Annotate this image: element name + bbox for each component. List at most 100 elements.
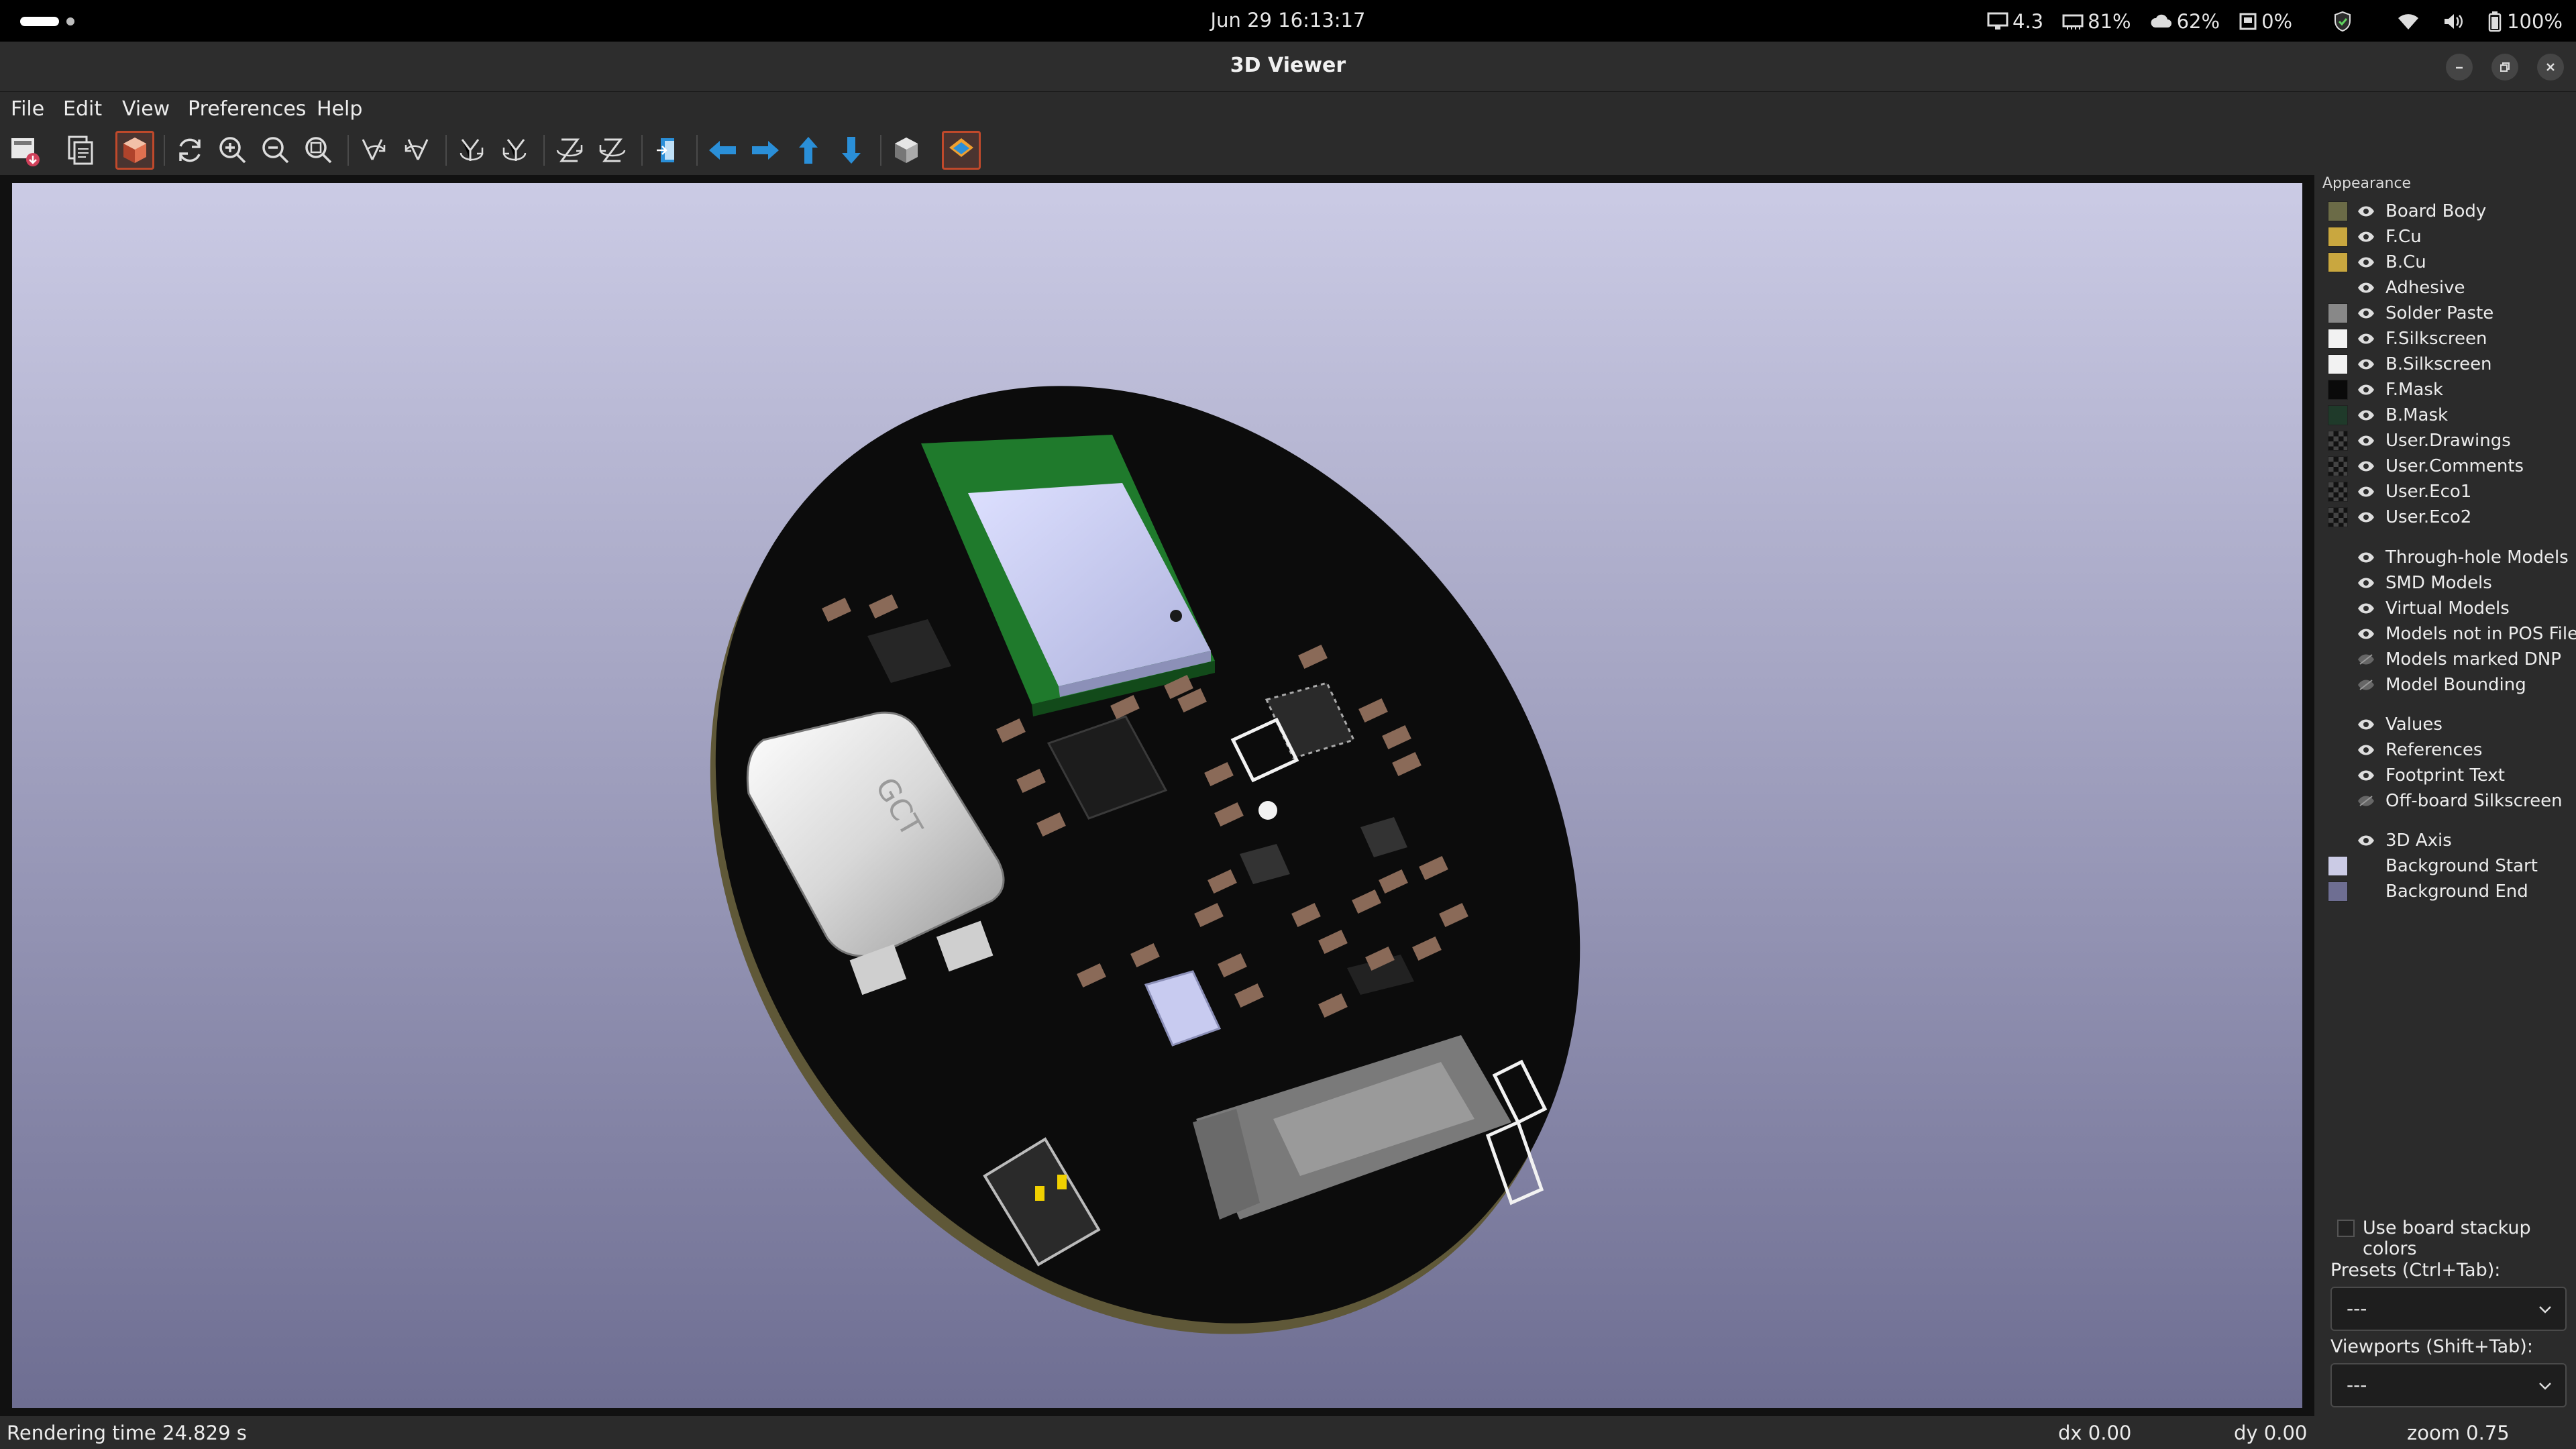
window-title-bar[interactable]: 3D Viewer bbox=[0, 42, 2576, 92]
layer-user-drawings[interactable]: User.Drawings bbox=[2328, 429, 2511, 452]
color-swatch[interactable] bbox=[2328, 201, 2348, 221]
layer-adhesive[interactable]: Adhesive bbox=[2328, 276, 2465, 299]
eye-icon[interactable] bbox=[2356, 547, 2376, 568]
appearance-panel-toggle[interactable] bbox=[942, 131, 981, 170]
disk-indicator[interactable]: 0% bbox=[2239, 10, 2292, 33]
layer-user-comments[interactable]: User.Comments bbox=[2328, 455, 2524, 478]
cloud-indicator[interactable]: 62% bbox=[2150, 10, 2220, 33]
eye-icon[interactable] bbox=[2356, 598, 2376, 619]
eye-icon[interactable] bbox=[2356, 227, 2376, 247]
eye-icon[interactable] bbox=[2356, 329, 2376, 349]
wifi-indicator[interactable] bbox=[2397, 12, 2424, 31]
volume-indicator[interactable] bbox=[2443, 12, 2468, 31]
eye-icon[interactable] bbox=[2356, 252, 2376, 272]
toggle-models-not-in-pos[interactable]: Models not in POS File bbox=[2328, 623, 2576, 645]
rotate-z-cw-button[interactable] bbox=[550, 131, 589, 170]
menu-view[interactable]: View bbox=[122, 97, 170, 121]
zoom-fit-button[interactable] bbox=[299, 131, 338, 170]
pan-up-button[interactable] bbox=[789, 131, 828, 170]
color-swatch[interactable] bbox=[2328, 856, 2348, 876]
color-swatch[interactable] bbox=[2328, 881, 2348, 902]
eye-icon[interactable] bbox=[2356, 405, 2376, 425]
presets-dropdown[interactable]: --- bbox=[2330, 1287, 2567, 1331]
rotate-z-ccw-button[interactable] bbox=[593, 131, 632, 170]
toggle-3d-axis[interactable]: 3D Axis bbox=[2328, 829, 2452, 852]
eye-icon[interactable] bbox=[2356, 303, 2376, 323]
reload-board-button[interactable] bbox=[170, 131, 209, 170]
color-swatch[interactable] bbox=[2328, 227, 2348, 247]
layer-board-body[interactable]: Board Body bbox=[2328, 200, 2486, 223]
layer-f-cu[interactable]: F.Cu bbox=[2328, 225, 2422, 248]
eye-icon[interactable] bbox=[2356, 482, 2376, 502]
orthographic-toggle[interactable] bbox=[887, 131, 926, 170]
maximize-button[interactable] bbox=[2491, 54, 2518, 80]
menu-help[interactable]: Help bbox=[317, 97, 362, 121]
eye-icon[interactable] bbox=[2356, 714, 2376, 735]
3d-viewport[interactable]: GCT bbox=[0, 175, 2314, 1416]
toggle-smd-models[interactable]: SMD Models bbox=[2328, 572, 2492, 594]
memory-indicator[interactable]: 81% bbox=[2062, 10, 2131, 33]
eye-icon[interactable] bbox=[2356, 765, 2376, 786]
viewports-dropdown[interactable]: --- bbox=[2330, 1363, 2567, 1407]
export-image-button[interactable] bbox=[5, 131, 44, 170]
eye-icon[interactable] bbox=[2356, 278, 2376, 298]
zoom-in-button[interactable] bbox=[213, 131, 252, 170]
close-button[interactable] bbox=[2537, 54, 2564, 80]
pan-down-button[interactable] bbox=[832, 131, 871, 170]
toggle-footprint-text[interactable]: Footprint Text bbox=[2328, 764, 2505, 787]
rotate-y-cw-button[interactable] bbox=[452, 131, 491, 170]
eye-icon[interactable] bbox=[2356, 507, 2376, 527]
color-swatch[interactable] bbox=[2328, 431, 2348, 451]
zoom-out-button[interactable] bbox=[256, 131, 295, 170]
toggle-models-dnp[interactable]: Models marked DNP bbox=[2328, 648, 2561, 671]
toggle-through-hole-models[interactable]: Through-hole Models bbox=[2328, 546, 2569, 569]
layer-b-mask[interactable]: B.Mask bbox=[2328, 404, 2448, 427]
eye-icon[interactable] bbox=[2356, 456, 2376, 476]
color-swatch[interactable] bbox=[2328, 303, 2348, 323]
3d-canvas[interactable]: GCT bbox=[12, 183, 2302, 1408]
layer-f-mask[interactable]: F.Mask bbox=[2328, 378, 2443, 401]
rotate-y-ccw-button[interactable] bbox=[495, 131, 534, 170]
load-indicator[interactable]: 4.3 bbox=[1987, 10, 2043, 33]
background-end[interactable]: Background End bbox=[2328, 880, 2528, 903]
minimize-button[interactable] bbox=[2446, 54, 2473, 80]
eye-icon[interactable] bbox=[2356, 740, 2376, 760]
color-swatch[interactable] bbox=[2328, 252, 2348, 272]
eye-icon[interactable] bbox=[2356, 431, 2376, 451]
copy-image-button[interactable] bbox=[60, 131, 99, 170]
eye-hidden-icon[interactable] bbox=[2356, 649, 2376, 669]
color-swatch[interactable] bbox=[2328, 354, 2348, 374]
color-swatch[interactable] bbox=[2328, 456, 2348, 476]
toggle-virtual-models[interactable]: Virtual Models bbox=[2328, 597, 2510, 620]
toggle-references[interactable]: References bbox=[2328, 739, 2482, 761]
use-stackup-colors-checkbox[interactable] bbox=[2337, 1220, 2355, 1237]
menu-file[interactable]: File bbox=[11, 97, 44, 121]
color-swatch[interactable] bbox=[2328, 405, 2348, 425]
layer-solder-paste[interactable]: Solder Paste bbox=[2328, 302, 2493, 325]
toggle-offboard-silkscreen[interactable]: Off-board Silkscreen bbox=[2328, 790, 2563, 812]
layer-b-silkscreen[interactable]: B.Silkscreen bbox=[2328, 353, 2492, 376]
eye-icon[interactable] bbox=[2356, 830, 2376, 851]
layer-user-eco1[interactable]: User.Eco1 bbox=[2328, 480, 2471, 503]
eye-hidden-icon[interactable] bbox=[2356, 675, 2376, 695]
layer-f-silkscreen[interactable]: F.Silkscreen bbox=[2328, 327, 2487, 350]
flip-board-button[interactable] bbox=[648, 131, 687, 170]
color-swatch[interactable] bbox=[2328, 482, 2348, 502]
eye-icon[interactable] bbox=[2356, 201, 2376, 221]
layer-b-cu[interactable]: B.Cu bbox=[2328, 251, 2426, 274]
color-swatch[interactable] bbox=[2328, 329, 2348, 349]
eye-icon[interactable] bbox=[2356, 624, 2376, 644]
system-indicators[interactable]: 4.3 81% 62% 0% 100% bbox=[1968, 8, 2563, 35]
pan-left-button[interactable] bbox=[703, 131, 742, 170]
battery-indicator[interactable]: 100% bbox=[2487, 10, 2563, 33]
background-start[interactable]: Background Start bbox=[2328, 855, 2538, 877]
eye-hidden-icon[interactable] bbox=[2356, 791, 2376, 811]
shield-indicator[interactable] bbox=[2332, 11, 2357, 32]
color-swatch[interactable] bbox=[2328, 507, 2348, 527]
eye-icon[interactable] bbox=[2356, 354, 2376, 374]
toggle-model-bounding[interactable]: Model Bounding bbox=[2328, 674, 2526, 696]
layer-user-eco2[interactable]: User.Eco2 bbox=[2328, 506, 2471, 529]
eye-icon[interactable] bbox=[2356, 380, 2376, 400]
color-swatch[interactable] bbox=[2328, 380, 2348, 400]
toggle-values[interactable]: Values bbox=[2328, 713, 2443, 736]
